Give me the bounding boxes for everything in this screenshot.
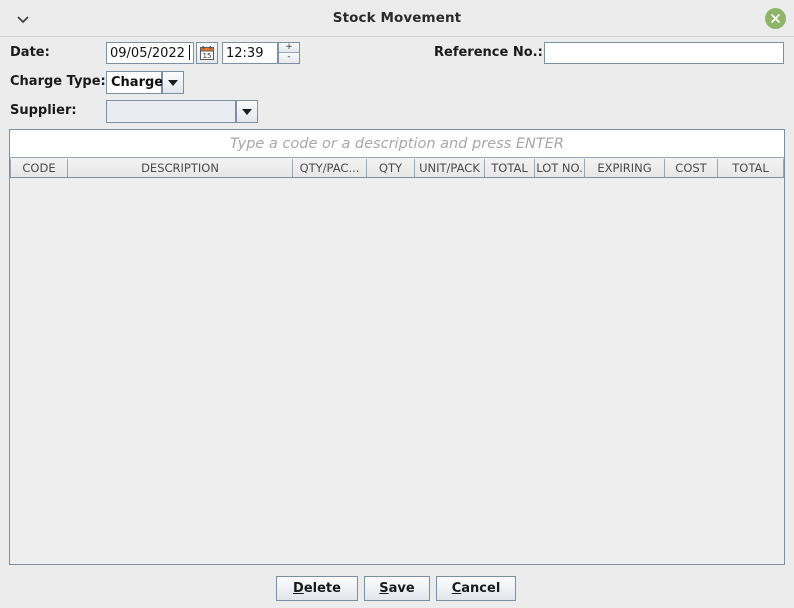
save-button-label: ave: [388, 581, 415, 596]
column-header-unit-pack-4[interactable]: UNIT/PACK: [415, 159, 485, 177]
date-input-caret: [189, 45, 190, 60]
column-header-code-0[interactable]: CODE: [10, 159, 68, 177]
date-label: Date:: [10, 45, 50, 60]
column-header-lot-no-6[interactable]: LOT NO.: [535, 159, 585, 177]
column-header-description-1[interactable]: DESCRIPTION: [68, 159, 293, 177]
column-header-total-9[interactable]: TOTAL: [718, 159, 784, 177]
calendar-icon[interactable]: 15: [196, 42, 218, 64]
calendar-day-number: 15: [203, 52, 212, 60]
supplier-value[interactable]: [106, 100, 236, 123]
column-header-expiring-7[interactable]: EXPIRING: [585, 159, 665, 177]
cancel-button-label: ancel: [461, 581, 501, 596]
time-spinner-down[interactable]: -: [279, 53, 299, 63]
arrow-down-glyph: [168, 79, 178, 86]
date-input[interactable]: [106, 42, 194, 64]
stock-items-table-body[interactable]: [10, 178, 784, 564]
chevron-down-icon[interactable]: [162, 71, 184, 94]
reference-no-input[interactable]: [544, 42, 784, 64]
cancel-button-mnemonic: C: [451, 581, 462, 596]
charge-type-combo[interactable]: Charge: [106, 71, 184, 94]
save-button-mnemonic: S: [379, 581, 389, 596]
save-button[interactable]: Save: [364, 576, 430, 601]
delete-button-mnemonic: D: [293, 581, 304, 596]
stock-items-table-header: CODE DESCRIPTION QTY/PAC... QTY UNIT/PACK TOT…: [10, 159, 784, 178]
column-header-qty-pac-2[interactable]: QTY/PAC...: [293, 159, 367, 177]
cancel-button[interactable]: Cancel: [436, 576, 516, 601]
column-header-total-5[interactable]: TOTAL: [485, 159, 535, 177]
time-input[interactable]: [222, 42, 278, 64]
window-title-bar: Stock Movement: [0, 0, 794, 37]
close-icon[interactable]: [765, 8, 786, 29]
delete-button[interactable]: Delete: [276, 576, 358, 601]
delete-button-label: elete: [303, 581, 341, 596]
column-header-cost-8[interactable]: COST: [665, 159, 718, 177]
column-header-qty-3[interactable]: QTY: [367, 159, 415, 177]
charge-type-label: Charge Type:: [10, 74, 106, 89]
chevron-down-icon[interactable]: [236, 100, 258, 123]
reference-no-label: Reference No.:: [434, 45, 543, 60]
time-spinner: + -: [278, 42, 300, 64]
quick-entry-input[interactable]: [10, 130, 784, 158]
supplier-combo[interactable]: [106, 100, 258, 123]
supplier-label: Supplier:: [10, 103, 77, 118]
window-title: Stock Movement: [332, 10, 462, 26]
charge-type-value[interactable]: Charge: [106, 71, 163, 94]
stock-items-panel: CODEDESCRIPTIONQTY/PAC...QTYUNIT/PACKTOT…: [9, 129, 785, 565]
arrow-down-glyph: [242, 108, 252, 115]
